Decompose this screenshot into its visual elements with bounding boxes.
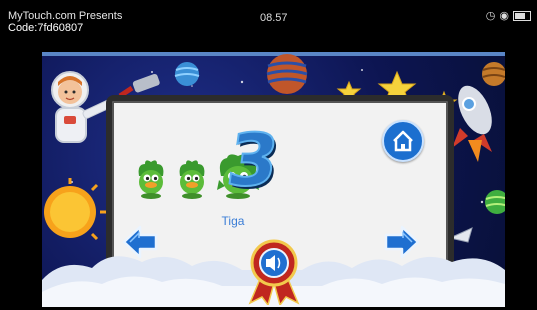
green-planet-icon [485, 190, 505, 214]
next-button[interactable] [384, 225, 420, 259]
blue-planet-icon [174, 62, 200, 86]
home-icon [393, 130, 413, 152]
sun-icon [44, 178, 106, 241]
alarm-icon: ◷ [485, 10, 496, 22]
striped-planet-icon [266, 54, 308, 94]
overlay-code: Code:7fd60807 [8, 22, 84, 34]
speaker-icon [248, 239, 300, 307]
number-word-label: Tiga [221, 214, 245, 228]
status-time: 08.57 [260, 12, 288, 24]
right-arrow-icon [384, 225, 420, 259]
rocket-icon [452, 85, 492, 162]
eye-icon: ◉ [499, 10, 509, 22]
brown-planet-icon [482, 62, 505, 86]
sound-button[interactable] [246, 239, 302, 307]
duck-item-1 [138, 160, 164, 199]
duck-icon [179, 160, 205, 199]
home-button[interactable] [382, 120, 424, 162]
status-icons: ◷ ◉ [486, 10, 531, 22]
previous-button[interactable] [122, 225, 158, 259]
status-bar: MyTouch.com Presents Code:7fd60807 08.57… [0, 0, 537, 40]
duck-icon [138, 160, 164, 199]
overlay-title: MyTouch.com Presents [8, 10, 123, 22]
battery-icon [513, 11, 531, 21]
duck-item-2 [179, 160, 205, 199]
battery-level-fill [515, 13, 525, 19]
number-digit: 3 [221, 117, 285, 203]
left-arrow-icon [122, 225, 158, 259]
